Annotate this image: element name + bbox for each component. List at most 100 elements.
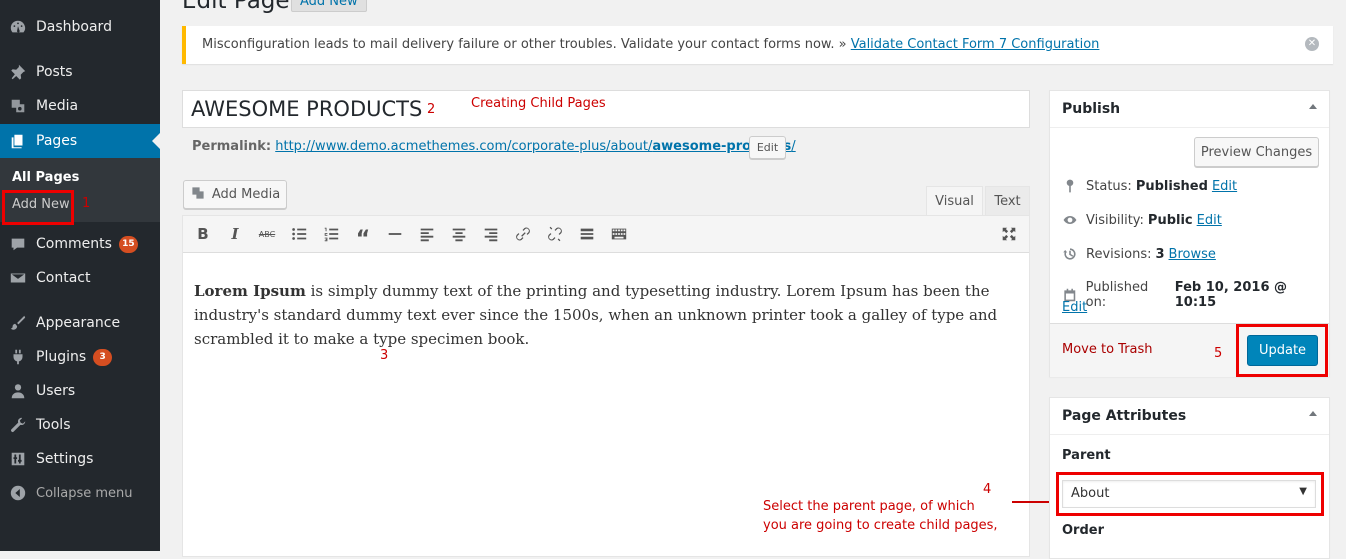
bullet-list-icon[interactable] bbox=[289, 224, 309, 244]
dismiss-notice-icon[interactable]: ✕ bbox=[1305, 37, 1319, 51]
visibility-row: Visibility: Public Edit bbox=[1062, 212, 1222, 228]
bold-icon[interactable]: B bbox=[193, 224, 213, 244]
media-icon bbox=[8, 96, 28, 116]
sidebar-item-label: Settings bbox=[36, 451, 94, 467]
sidebar-item-plugins[interactable]: Plugins 3 bbox=[0, 340, 160, 374]
page-title: Edit Page bbox=[182, 0, 290, 14]
sidebar-item-appearance[interactable]: Appearance bbox=[0, 306, 160, 340]
validate-cf7-link[interactable]: Validate Contact Form 7 Configuration bbox=[851, 37, 1100, 52]
header-add-new-button[interactable]: Add New bbox=[291, 0, 367, 12]
add-media-button[interactable]: Add Media bbox=[183, 180, 287, 209]
annotation-box-parent bbox=[1056, 472, 1324, 516]
numbered-list-icon[interactable] bbox=[321, 224, 341, 244]
admin-notice: Misconfiguration leads to mail delivery … bbox=[182, 26, 1333, 64]
collapse-menu-button[interactable]: Collapse menu bbox=[0, 476, 160, 510]
sidebar-item-label: Users bbox=[36, 383, 76, 399]
move-to-trash-link[interactable]: Move to Trash bbox=[1062, 342, 1153, 357]
wrench-icon bbox=[8, 415, 28, 435]
sidebar-item-label: Posts bbox=[36, 64, 73, 80]
add-media-label: Add Media bbox=[211, 187, 281, 202]
sidebar-item-label: Appearance bbox=[36, 315, 121, 331]
published-value: Feb 10, 2016 @ 10:15 bbox=[1174, 280, 1288, 310]
annotation-number-2: 2 bbox=[427, 102, 436, 117]
visibility-edit-link[interactable]: Edit bbox=[1197, 213, 1222, 228]
page-attributes-title: Page Attributes bbox=[1062, 408, 1187, 424]
revisions-value: 3 bbox=[1155, 246, 1165, 262]
editor-content[interactable]: Lorem Ipsum is simply dummy text of the … bbox=[194, 279, 1020, 351]
toolbar-toggle-icon[interactable] bbox=[609, 224, 629, 244]
align-right-icon[interactable] bbox=[481, 224, 501, 244]
annotation-number-3: 3 bbox=[380, 348, 389, 363]
content-text: is simply dummy text of the printing and… bbox=[194, 282, 998, 348]
status-row: Status: Published Edit bbox=[1062, 178, 1237, 194]
status-value: Published bbox=[1135, 178, 1208, 194]
sidebar-item-label: Comments bbox=[36, 236, 112, 252]
align-left-icon[interactable] bbox=[417, 224, 437, 244]
permalink-link[interactable]: http://www.demo.acmethemes.com/corporate… bbox=[275, 139, 795, 154]
editor-toolbar: B I ABC “ bbox=[183, 216, 1029, 253]
sidebar-item-posts[interactable]: Posts bbox=[0, 55, 160, 89]
annotation-select-line1: Select the parent page, of which bbox=[763, 499, 975, 514]
collapse-label: Collapse menu bbox=[36, 485, 133, 501]
annotation-box-add-new bbox=[2, 190, 74, 225]
blockquote-icon[interactable]: “ bbox=[353, 224, 373, 251]
revisions-label: Revisions: bbox=[1086, 246, 1152, 262]
sidebar-item-tools[interactable]: Tools bbox=[0, 408, 160, 442]
sidebar-item-label: Contact bbox=[36, 270, 91, 286]
published-label: Published on: bbox=[1085, 280, 1149, 310]
mail-icon bbox=[8, 268, 28, 288]
sidebar-item-pages[interactable]: Pages bbox=[0, 124, 160, 158]
sidebar-item-contact[interactable]: Contact bbox=[0, 261, 160, 295]
permalink-label: Permalink: bbox=[192, 139, 272, 154]
status-edit-link[interactable]: Edit bbox=[1212, 179, 1237, 194]
tab-visual[interactable]: Visual bbox=[926, 186, 983, 216]
settings-icon bbox=[8, 449, 28, 469]
page-attributes-header: Page Attributes bbox=[1050, 398, 1329, 435]
sidebar-item-settings[interactable]: Settings bbox=[0, 442, 160, 476]
sidebar-item-media[interactable]: Media bbox=[0, 89, 160, 123]
visibility-value: Public bbox=[1147, 212, 1193, 228]
post-title-field[interactable]: AWESOME PRODUCTS bbox=[182, 90, 1030, 128]
permalink-edit-button[interactable]: Edit bbox=[749, 136, 786, 159]
fullscreen-icon[interactable] bbox=[999, 224, 1019, 244]
align-center-icon[interactable] bbox=[449, 224, 469, 244]
permalink-trailing: / bbox=[791, 139, 796, 154]
comments-count-badge: 15 bbox=[118, 235, 138, 253]
preview-changes-button[interactable]: Preview Changes bbox=[1194, 137, 1319, 167]
italic-icon[interactable]: I bbox=[225, 224, 245, 244]
revisions-icon bbox=[1063, 248, 1076, 260]
horizontal-line-icon[interactable] bbox=[385, 224, 405, 244]
sidebar-item-dashboard[interactable]: Dashboard bbox=[0, 10, 160, 44]
tab-text[interactable]: Text bbox=[985, 186, 1030, 216]
permalink-base: http://www.demo.acmethemes.com/corporate… bbox=[275, 139, 653, 154]
publish-header: Publish bbox=[1050, 91, 1329, 128]
parent-label: Parent bbox=[1062, 448, 1111, 463]
plugin-icon bbox=[8, 347, 28, 367]
sidebar-item-users[interactable]: Users bbox=[0, 374, 160, 408]
active-arrow bbox=[152, 133, 160, 149]
published-edit-link[interactable]: Edit bbox=[1062, 300, 1087, 315]
pin-icon bbox=[8, 62, 28, 82]
submenu-all-pages[interactable]: All Pages bbox=[12, 170, 79, 185]
visibility-label: Visibility: bbox=[1086, 212, 1144, 228]
post-title-value: AWESOME PRODUCTS bbox=[191, 97, 423, 121]
toggle-arrow-icon[interactable] bbox=[1309, 104, 1317, 109]
sidebar-item-comments[interactable]: Comments 15 bbox=[0, 227, 160, 261]
dashboard-icon bbox=[8, 17, 28, 37]
read-more-icon[interactable] bbox=[577, 224, 597, 244]
link-icon[interactable] bbox=[513, 224, 533, 244]
unlink-icon[interactable] bbox=[545, 224, 565, 244]
content-bold-text: Lorem Ipsum bbox=[194, 282, 306, 300]
notice-message: Misconfiguration leads to mail delivery … bbox=[202, 37, 851, 52]
toggle-arrow-icon[interactable] bbox=[1309, 411, 1317, 416]
sidebar-item-label: Plugins bbox=[36, 349, 87, 365]
revisions-browse-link[interactable]: Browse bbox=[1169, 247, 1216, 262]
pin-icon bbox=[1066, 179, 1074, 193]
strikethrough-icon[interactable]: ABC bbox=[257, 224, 277, 244]
paintbrush-icon bbox=[8, 313, 28, 333]
sidebar-item-label: Tools bbox=[36, 417, 71, 433]
admin-sidebar: Dashboard Posts Media Pages All Pages Ad… bbox=[0, 0, 160, 551]
order-label: Order bbox=[1062, 523, 1104, 538]
users-icon bbox=[8, 381, 28, 401]
sidebar-item-label: Dashboard bbox=[36, 19, 112, 35]
